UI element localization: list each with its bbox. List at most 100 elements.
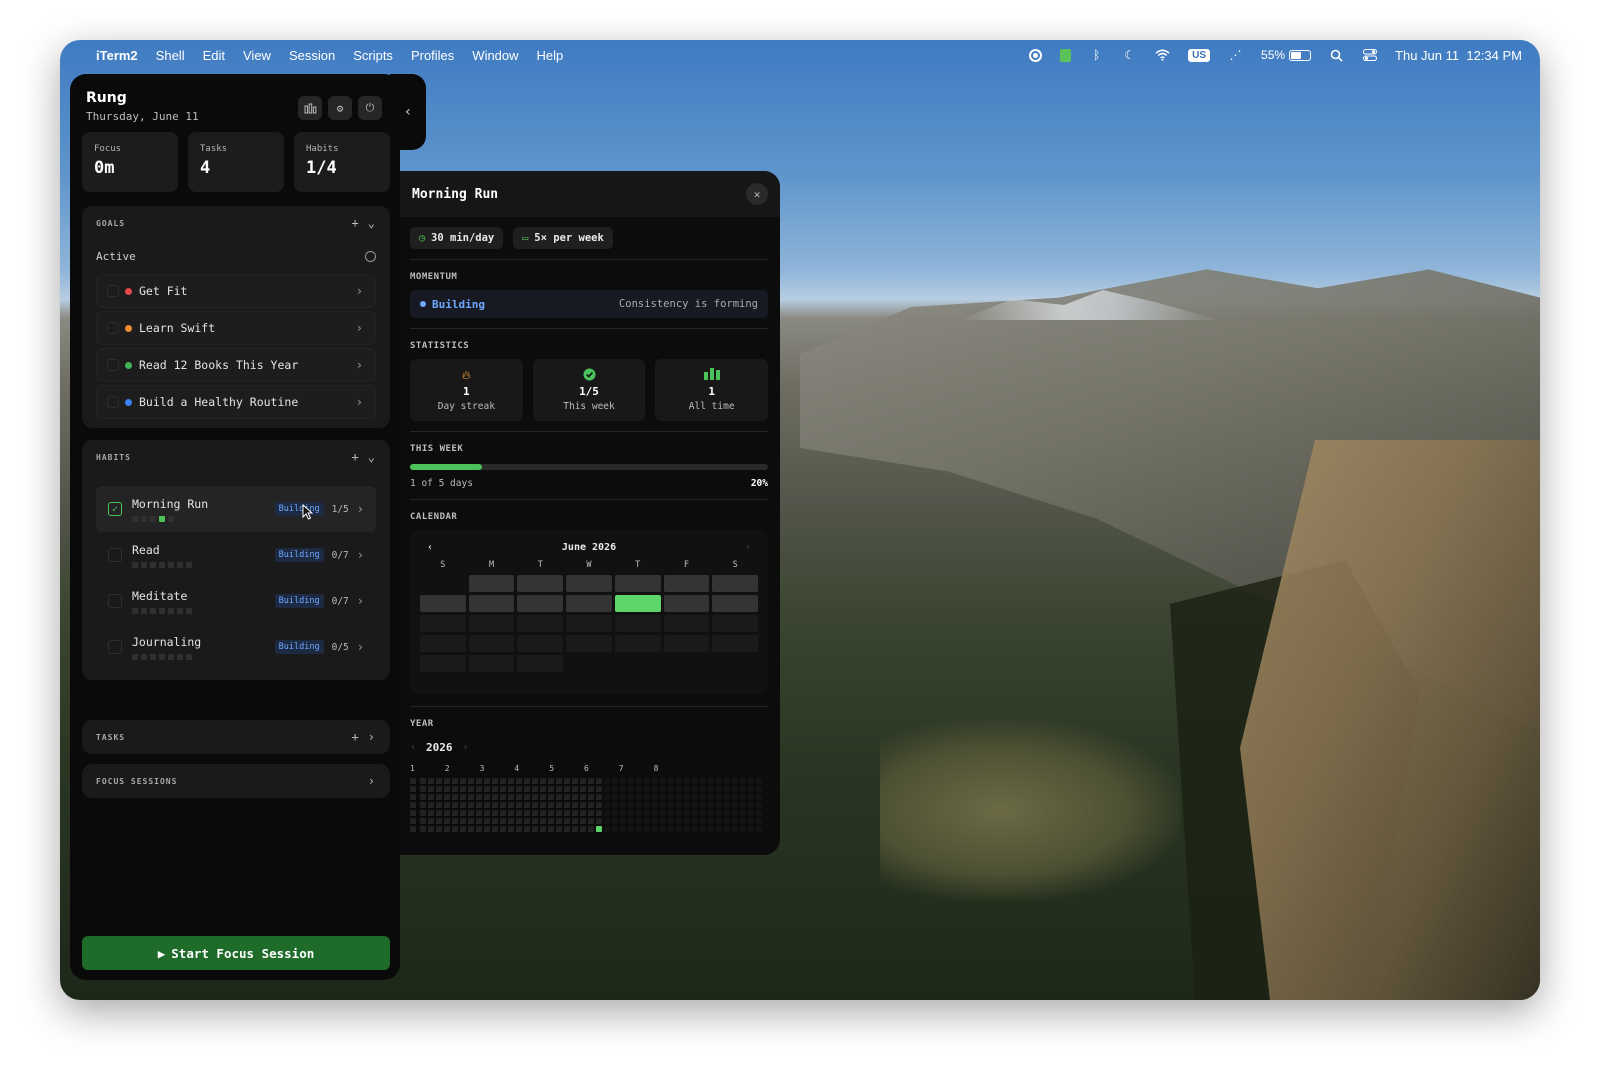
habit-checkbox[interactable]: ✓ [108,502,122,516]
goal-item-read-books[interactable]: Read 12 Books This Year › [96,348,376,382]
goal-checkbox[interactable] [107,322,119,334]
year-day-cell [724,794,730,800]
year-day-cell [716,810,722,816]
calendar-day[interactable] [517,575,564,592]
record-icon[interactable] [1029,48,1043,62]
calendar-day[interactable] [468,595,515,612]
activity-icon[interactable]: ⋰ [1228,48,1243,62]
year-day-cell [724,810,730,816]
goal-checkbox[interactable] [107,396,119,408]
year-day-cell [724,818,730,824]
menu-session[interactable]: Session [289,48,335,63]
calendar-day[interactable] [712,635,758,652]
goal-item-learn-swift[interactable]: Learn Swift › [96,311,376,345]
next-month-icon[interactable]: › [738,542,758,553]
app-menu[interactable]: iTerm2 [96,48,138,63]
collapse-goals-icon[interactable]: ⌄ [368,216,376,230]
power-button[interactable]: ⏻ [358,96,382,120]
focus-sessions-section[interactable]: FOCUS SESSIONS › [82,764,390,798]
close-button[interactable]: ✕ [746,183,768,205]
menu-help[interactable]: Help [537,48,564,63]
input-source-indicator[interactable]: US [1188,48,1211,62]
year-day-cell [668,826,674,832]
add-habit-icon[interactable]: + [352,450,360,464]
calendar-day[interactable] [663,595,710,612]
menu-edit[interactable]: Edit [203,48,225,63]
year-day-cell [532,826,538,832]
search-icon[interactable] [1329,48,1344,62]
add-task-icon[interactable]: + [352,730,360,744]
collapse-habits-icon[interactable]: ⌄ [368,450,376,464]
calendar-day[interactable] [614,595,661,612]
tasks-section[interactable]: TASKS + › [82,720,390,754]
calendar-day[interactable] [566,615,612,632]
filter-circle-icon[interactable] [365,250,376,262]
next-year-icon[interactable]: › [463,742,469,753]
year-month-label: 2 [444,764,450,773]
start-focus-session-button[interactable]: ▶ Start Focus Session [82,936,390,970]
calendar-day[interactable] [468,655,515,672]
stats-button[interactable] [298,96,322,120]
calendar-day[interactable] [566,635,612,652]
calendar-day[interactable] [614,635,661,652]
habit-checkbox[interactable] [108,594,122,608]
calendar-day[interactable] [663,575,710,592]
calendar-day[interactable] [663,615,710,632]
menu-clock[interactable]: Thu Jun 11 12:34 PM [1395,48,1522,63]
goal-checkbox[interactable] [107,359,119,371]
calendar-day[interactable] [566,575,612,592]
lock-icon[interactable] [1060,48,1072,62]
calendar-day[interactable] [712,615,758,632]
calendar-day[interactable] [468,575,515,592]
calendar-day[interactable] [566,595,612,612]
chevron-right-icon[interactable]: › [368,730,376,744]
habit-checkbox[interactable] [108,640,122,654]
goals-filter-active[interactable]: Active [82,240,390,272]
year-day-cell [700,778,706,784]
habit-day-dot [132,653,138,660]
year-day-cell [572,778,578,784]
habit-item[interactable]: Meditate Building 0/7 › [96,578,376,624]
calendar-day[interactable] [517,655,564,672]
calendar-day[interactable] [517,595,564,612]
calendar-day[interactable] [420,655,466,672]
calendar-day[interactable] [614,615,661,632]
calendar-day[interactable] [420,595,466,612]
calendar-day[interactable] [614,575,661,592]
calendar-day[interactable] [420,615,466,632]
year-day-cell [572,794,578,800]
menu-shell[interactable]: Shell [156,48,185,63]
habit-checkbox[interactable] [108,548,122,562]
prev-month-icon[interactable]: ‹ [420,542,440,553]
year-day-cell [460,786,466,792]
habit-item[interactable]: ✓ Morning Run Building 1/5 › [96,486,376,532]
status-menus: ᛒ ☾ US ⋰ 55% Thu Jun 11 12:34 PM [1029,48,1522,63]
goal-checkbox[interactable] [107,285,119,297]
calendar-day[interactable] [517,635,564,652]
calendar-day[interactable] [663,635,710,652]
wifi-icon[interactable] [1155,48,1170,62]
settings-button[interactable]: ⚙ [328,96,352,120]
moon-icon[interactable]: ☾ [1122,48,1137,62]
add-goal-icon[interactable]: + [352,216,360,230]
battery-status[interactable]: 55% [1261,48,1312,62]
chevron-right-icon[interactable]: › [368,774,376,788]
collapse-sidebar-button[interactable]: ‹ [390,74,426,150]
bluetooth-icon[interactable]: ᛒ [1089,48,1104,62]
menu-window[interactable]: Window [472,48,518,63]
calendar-day[interactable] [468,635,515,652]
habit-item[interactable]: Read Building 0/7 › [96,532,376,578]
menu-view[interactable]: View [243,48,271,63]
calendar-day[interactable] [712,595,758,612]
calendar-day[interactable] [468,615,515,632]
prev-year-icon[interactable]: ‹ [410,742,416,753]
control-center-icon[interactable] [1362,48,1377,62]
goal-item-get-fit[interactable]: Get Fit › [96,274,376,308]
calendar-day[interactable] [712,575,758,592]
menu-profiles[interactable]: Profiles [411,48,454,63]
calendar-day[interactable] [517,615,564,632]
menu-scripts[interactable]: Scripts [353,48,393,63]
habit-item[interactable]: Journaling Building 0/5 › [96,624,376,670]
calendar-day[interactable] [420,635,466,652]
goal-item-healthy-routine[interactable]: Build a Healthy Routine › [96,385,376,419]
